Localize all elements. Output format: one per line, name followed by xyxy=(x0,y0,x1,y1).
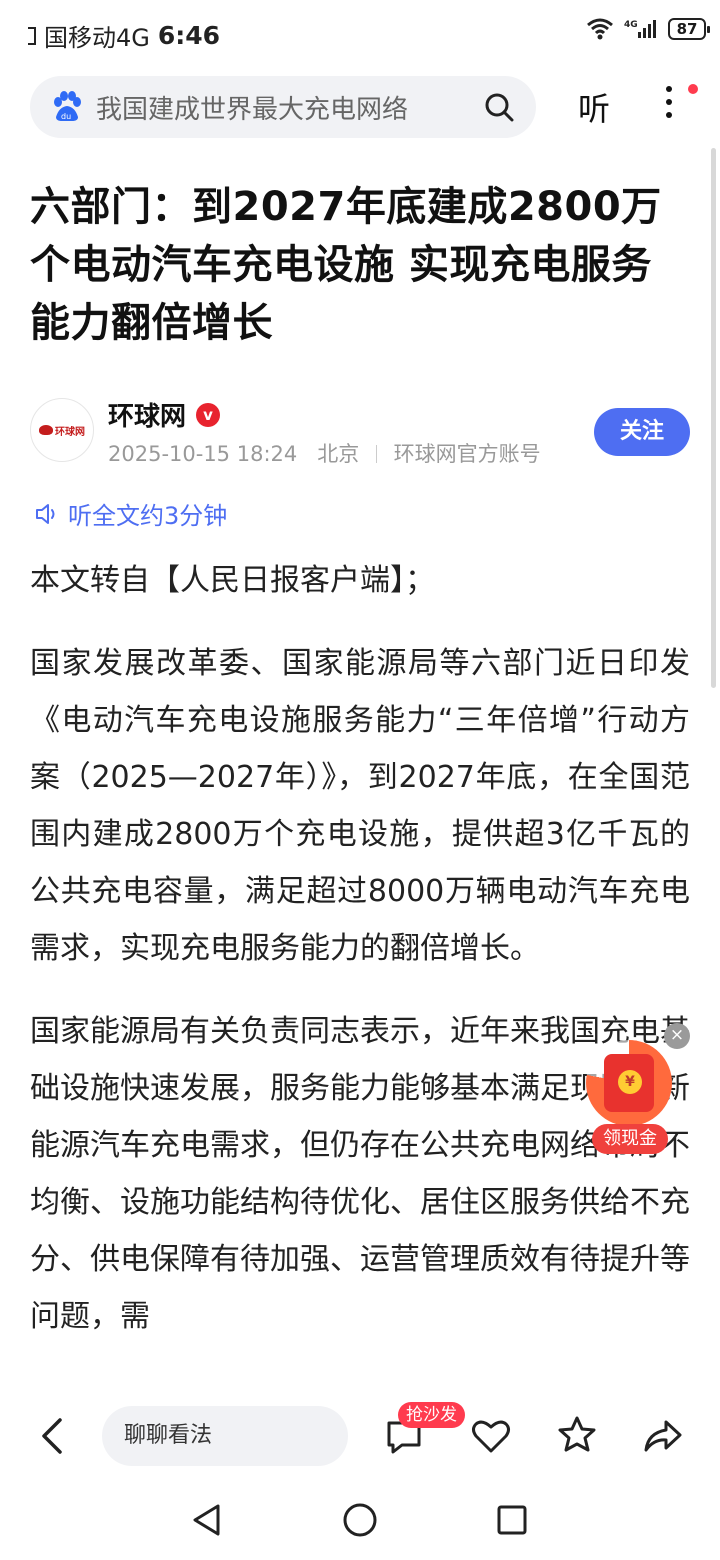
author-avatar[interactable]: 环球网 xyxy=(30,398,94,462)
system-nav-bar xyxy=(0,1480,720,1560)
speaker-icon xyxy=(36,503,55,524)
status-right: 4G 87 xyxy=(586,18,710,40)
author-name[interactable]: 环球网 v xyxy=(108,396,221,433)
publish-location: 北京 xyxy=(317,442,360,466)
author-meta: 2025-10-15 18:24 北京 环球网官方账号 xyxy=(108,438,541,468)
bottom-action-bar: 聊聊看法 抢沙发 xyxy=(0,1394,720,1480)
comment-input[interactable]: 聊聊看法 xyxy=(102,1406,348,1466)
notification-dot xyxy=(688,84,698,94)
clock: 6:46 xyxy=(157,21,221,50)
status-bar: 国移动4G 6:46 4G 87 xyxy=(0,0,720,68)
baidu-paw-icon: du xyxy=(54,91,81,121)
status-left: 国移动4G 6:46 xyxy=(28,18,220,53)
listen-full-text-button[interactable]: 听全文约3分钟 xyxy=(34,496,227,531)
close-widget-icon[interactable]: × xyxy=(664,1023,690,1049)
article-headline: 六部门：到2027年底建成2800万个电动汽车充电设施 实现充电服务能力翻倍增长 xyxy=(30,184,662,346)
nav-home-icon[interactable] xyxy=(342,1502,378,1538)
search-input[interactable]: 我国建成世界最大充电网络 xyxy=(96,89,482,126)
publish-date: 2025-10-15 18:24 xyxy=(108,442,298,466)
search-bar[interactable]: du 我国建成世界最大充电网络 xyxy=(30,76,536,138)
article-body: 本文转自【人民日报客户端】； 国家发展改革委、国家能源局等六部门近日印发《电动汽… xyxy=(30,552,690,1371)
more-menu-icon[interactable] xyxy=(662,86,676,126)
scrollbar[interactable] xyxy=(711,148,716,688)
cellular-signal-icon: 4G xyxy=(624,18,658,40)
sim-icon xyxy=(28,26,36,45)
heart-icon[interactable] xyxy=(470,1416,512,1456)
article-paragraph: 国家发展改革委、国家能源局等六部门近日印发《电动汽车充电设施服务能力“三年倍增”… xyxy=(30,646,690,966)
coin-icon: ¥ xyxy=(618,1070,642,1094)
follow-button[interactable]: 关注 xyxy=(594,408,690,456)
listen-button[interactable]: 听 xyxy=(578,84,610,130)
carrier-label: 国移动4G xyxy=(44,24,150,52)
battery-icon: 87 xyxy=(668,18,710,40)
article-paragraph: 本文转自【人民日报客户端】； xyxy=(30,563,435,598)
grab-sofa-badge: 抢沙发 xyxy=(398,1402,465,1428)
nav-recent-apps-icon[interactable] xyxy=(496,1504,528,1536)
listen-full-label: 听全文约3分钟 xyxy=(68,502,228,530)
svg-text:du: du xyxy=(61,112,71,121)
search-icon[interactable] xyxy=(482,90,516,124)
top-bar: du 我国建成世界最大充电网络 听 xyxy=(0,76,720,140)
author-row: 环球网 环球网 v 2025-10-15 18:24 北京 环球网官方账号 关注 xyxy=(30,396,690,476)
star-icon[interactable] xyxy=(556,1414,598,1456)
verified-icon: v xyxy=(196,402,221,427)
meta-divider xyxy=(375,445,377,463)
back-arrow-icon[interactable] xyxy=(38,1416,66,1456)
svg-text:4G: 4G xyxy=(624,20,638,30)
account-type: 环球网官方账号 xyxy=(393,442,541,466)
claim-cash-label: 领现金 xyxy=(592,1124,668,1154)
red-packet-widget[interactable]: ¥ 领现金 xyxy=(586,1040,672,1158)
nav-back-icon[interactable] xyxy=(190,1502,224,1538)
wifi-icon xyxy=(586,18,614,40)
share-icon[interactable] xyxy=(642,1416,684,1456)
huanqiu-logo: 环球网 xyxy=(39,423,85,438)
